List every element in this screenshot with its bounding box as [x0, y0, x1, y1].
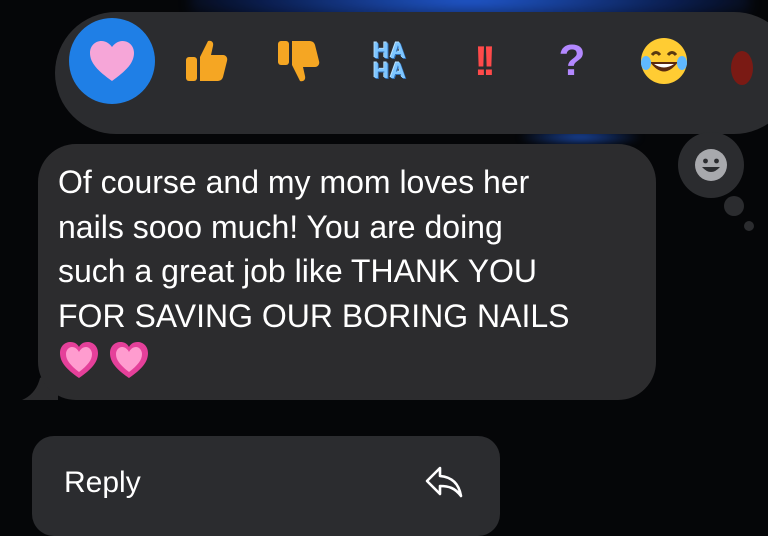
thumbs-down-icon: [278, 41, 320, 82]
exclamation-icon: !!: [474, 37, 496, 84]
message-line: such a great job like THANK YOU: [58, 253, 538, 289]
heart-icon: [90, 41, 134, 81]
message-text: Of course and my mom loves her nails soo…: [58, 160, 648, 338]
tapback-haha-button[interactable]: HA HA: [373, 40, 407, 83]
tapback-emphasis-button[interactable]: !!: [474, 37, 496, 85]
message-line: nails sooo much! You are doing: [58, 208, 503, 245]
question-icon: ?: [558, 36, 586, 85]
pink-heart-icon: [110, 342, 148, 378]
add-emoji-reaction-button[interactable]: [678, 132, 744, 198]
emoji-button-tail: [724, 196, 744, 216]
reply-arrow-icon: [425, 466, 463, 498]
thumbs-up-icon: [186, 40, 228, 81]
haha-icon-line2: HA: [373, 58, 407, 83]
reply-label: Reply: [64, 466, 141, 499]
emoji-button-dot: [744, 221, 754, 231]
message-line: Of course and my mom loves her: [58, 164, 530, 200]
pink-heart-icon: [60, 342, 98, 378]
tapback-heart-button[interactable]: [69, 18, 155, 104]
message-line: FOR SAVING OUR BORING NAILS: [58, 297, 570, 334]
tapback-thumbs-up-button[interactable]: [182, 37, 230, 85]
tapback-thumbs-down-button[interactable]: [274, 37, 322, 85]
tapback-more-emoji-partial[interactable]: [731, 51, 753, 85]
tapback-question-button[interactable]: ?: [559, 36, 586, 86]
laughing-emoji-icon: [641, 38, 687, 84]
tapback-laugh-emoji-button[interactable]: [638, 35, 690, 87]
smiley-face-icon: [695, 149, 727, 181]
message-emoji-row: [58, 340, 150, 380]
